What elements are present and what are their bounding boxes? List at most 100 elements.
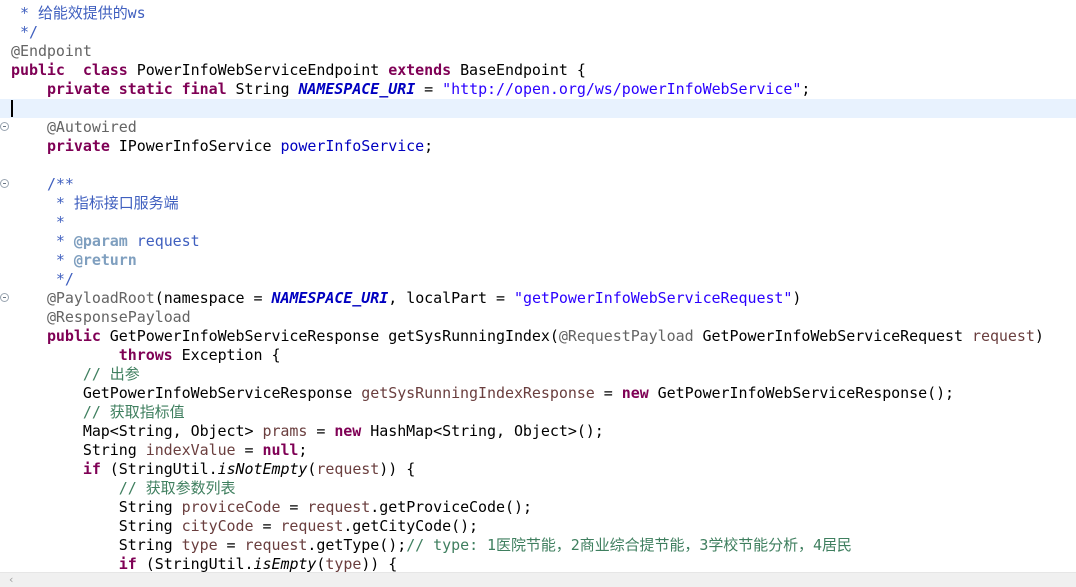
line-code: GetPowerInfoWebServiceResponse getSysRun… [11,384,954,403]
keyword: private [46,137,110,155]
line-code: private static final String NAMESPACE_UR… [11,80,810,99]
code-line[interactable]: @Endpoint [0,42,1076,61]
code-line[interactable]: // 获取参数列表 [0,479,1076,498]
code-line[interactable]: private IPowerInfoService powerInfoServi… [0,137,1076,156]
code-text: (namespace = [154,289,272,307]
line-code: // 出参 [11,365,140,384]
line-code: public class PowerInfoWebServiceEndpoint… [11,61,586,80]
annotation: @Endpoint [11,42,92,60]
line-code: String proviceCode = request.getProviceC… [11,498,532,517]
code-line[interactable]: GetPowerInfoWebServiceResponse getSysRun… [0,384,1076,403]
code-line[interactable]: * 指标接口服务端 [0,194,1076,213]
line-code: /** [11,175,74,194]
code-line[interactable]: */ [0,23,1076,42]
static-method: isNotEmpty [217,460,308,478]
code-text: String [11,517,182,535]
code-line[interactable]: /** [0,175,1076,194]
keyword: throws [118,346,173,364]
code-line[interactable]: * 给能效提供的ws [0,4,1076,23]
line-code: String type = request.getType();// type:… [11,536,852,555]
horizontal-scrollbar[interactable]: ‹ [0,572,1076,587]
line-code: // 获取参数列表 [11,479,236,498]
code-text: )) { [361,555,398,572]
javadoc: request [127,232,200,250]
fold-collapse-icon[interactable] [0,293,9,302]
code-text: String [11,536,182,554]
annotation: @Autowired [46,118,137,136]
code-line[interactable]: @PayloadRoot(namespace = NAMESPACE_URI, … [0,289,1076,308]
code-line[interactable]: if (StringUtil.isNotEmpty(request)) { [0,460,1076,479]
line-code: * 指标接口服务端 [11,194,179,213]
code-text: = [217,536,245,554]
line-code: @ResponsePayload [11,308,191,327]
code-line[interactable]: Map<String, Object> prams = new HashMap<… [0,422,1076,441]
line-code: if (StringUtil.isEmpty(type)) { [11,555,398,572]
code-text: (StringUtil. [100,460,218,478]
keyword: new [334,422,362,440]
variable: cityCode [181,517,254,535]
code-line[interactable] [0,156,1076,175]
keyword: final [181,80,227,98]
code-text: HashMap<String, Object>(); [361,422,604,440]
variable: request [307,498,371,516]
line-code: @PayloadRoot(namespace = NAMESPACE_URI, … [11,289,801,308]
code-line[interactable]: private static final String NAMESPACE_UR… [0,80,1076,99]
code-line[interactable] [0,99,1076,118]
keyword: public [46,327,101,345]
line-code: @Autowired [11,118,137,137]
variable: indexValue [145,441,236,459]
chevron-left-icon[interactable]: ‹ [9,573,13,587]
code-text: = [594,384,622,402]
code-text: = [415,80,443,98]
code-line[interactable]: */ [0,270,1076,289]
code-line[interactable]: * @param request [0,232,1076,251]
fold-collapse-icon[interactable] [0,179,9,188]
code-line[interactable]: if (StringUtil.isEmpty(type)) { [0,555,1076,572]
code-text: ) [1034,327,1044,345]
code-line[interactable]: String indexValue = null; [0,441,1076,460]
code-line[interactable]: @ResponsePayload [0,308,1076,327]
code-line[interactable]: // 获取指标值 [0,403,1076,422]
code-line[interactable]: * @return [0,251,1076,270]
comment: // 出参 [82,365,140,383]
code-text: ; [424,137,434,155]
line-code: private IPowerInfoService powerInfoServi… [11,137,433,156]
code-line[interactable]: @Autowired [0,118,1076,137]
javadoc: * [55,213,65,231]
code-line[interactable]: * [0,213,1076,232]
code-text: GetPowerInfoWebServiceResponse getSysRun… [100,327,559,345]
comment: // 获取指标值 [82,403,185,421]
annotation: @RequestPayload [558,327,694,345]
variable: request [280,517,344,535]
code-text: , localPart = [388,289,514,307]
annotation: @PayloadRoot [46,289,155,307]
code-editor[interactable]: * 给能效提供的ws */@Endpoint public class Power… [0,0,1076,572]
line-code: * @param request [11,232,200,251]
code-line[interactable]: // 出参 [0,365,1076,384]
code-text: GetPowerInfoWebServiceRequest [693,327,972,345]
fold-collapse-icon[interactable] [0,122,9,131]
code-line[interactable]: public GetPowerInfoWebServiceResponse ge… [0,327,1076,346]
string-literal: "getPowerInfoWebServiceRequest" [513,289,793,307]
code-line[interactable]: String cityCode = request.getCityCode(); [0,517,1076,536]
code-line[interactable]: String type = request.getType();// type:… [0,536,1076,555]
static-field: NAMESPACE_URI [298,80,416,98]
code-line[interactable]: String proviceCode = request.getProviceC… [0,498,1076,517]
code-line[interactable]: throws Exception { [0,346,1076,365]
string-literal: "http://open.org/ws/powerInfoWebService" [442,80,802,98]
code-line[interactable]: public class PowerInfoWebServiceEndpoint… [0,61,1076,80]
